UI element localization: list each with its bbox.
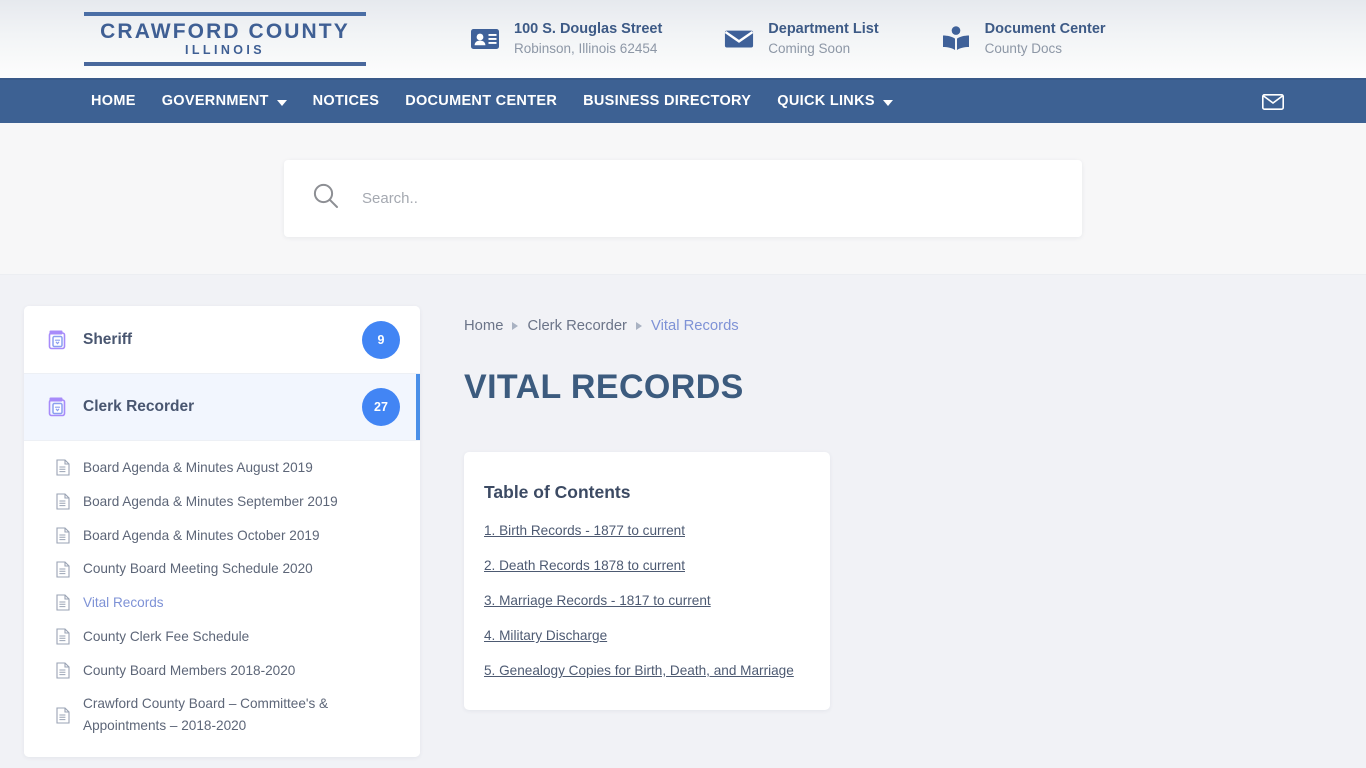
table-of-contents-card: Table of Contents 1. Birth Records - 187… [464,452,830,710]
search-icon [312,182,340,215]
logo-rule-bottom [84,61,366,66]
header-contact-doccenter-title: Document Center [984,20,1106,37]
nav-item-government-label: GOVERNMENT [161,93,269,109]
document-icon [56,628,70,645]
logo-primary-text: CRAWFORD COUNTY [100,20,350,44]
header-contact-document-center[interactable]: Document Center County Docs [941,19,1106,60]
sidebar-document-item[interactable]: Board Agenda & Minutes August 2019 [24,451,420,485]
nav-item-government[interactable]: GOVERNMENT [149,80,300,123]
folder-documents-icon [45,395,69,419]
table-of-contents-title: Table of Contents [484,482,631,502]
sidebar-document-list: Board Agenda & Minutes August 2019 Board… [24,440,420,757]
site-logo[interactable]: CRAWFORD COUNTY ILLINOIS [80,12,370,66]
sidebar-document-item[interactable]: County Board Meeting Schedule 2020 [24,552,420,586]
nav-item-quick-links[interactable]: QUICK LINKS [764,80,906,123]
header-contact-department-list[interactable]: Department List Coming Soon [724,19,879,60]
nav-item-home[interactable]: HOME [91,80,149,123]
search-input[interactable] [362,178,1082,219]
document-icon [56,493,70,510]
sidebar-document-label: County Board Meeting Schedule 2020 [83,561,313,577]
sidebar-category-sheriff-badge: 9 [362,320,400,359]
sidebar-category-sheriff-label: Sheriff [83,330,133,348]
toc-link-marriage-records[interactable]: 3. Marriage Records - 1817 to current [484,593,806,608]
page-title: VITAL RECORDS [464,368,744,406]
toc-link-genealogy-copies[interactable]: 5. Genealogy Copies for Birth, Death, an… [484,663,806,678]
toc-link-military-discharge[interactable]: 4. Military Discharge [484,628,806,643]
chevron-right-icon [512,322,519,330]
sidebar-category-clerk-recorder-badge: 27 [362,388,400,426]
sidebar-document-label: Crawford County Board – Committee's & Ap… [83,696,329,733]
document-icon [56,459,70,476]
sidebar-document-label: Board Agenda & Minutes October 2019 [83,527,320,543]
page-body: Sheriff 9 Clerk Recorder 27 Board Agenda… [0,275,1366,757]
sidebar-document-item[interactable]: Crawford County Board – Committee's & Ap… [24,687,420,743]
open-book-icon [941,24,971,54]
nav-item-notices[interactable]: NOTICES [300,80,393,123]
sidebar-document-label: County Board Members 2018-2020 [83,662,296,678]
document-icon [56,527,70,544]
sidebar-document-label: Vital Records [83,595,164,610]
main-navigation: HOME GOVERNMENT NOTICES DOCUMENT CENTER … [0,78,1366,123]
logo-secondary-text: ILLINOIS [185,43,265,58]
main-content: Home Clerk Recorder Vital Records VITAL … [420,306,1366,710]
nav-item-quick-links-label: QUICK LINKS [777,93,875,109]
chevron-down-icon [882,99,893,106]
sidebar-document-label: Board Agenda & Minutes August 2019 [83,460,313,475]
breadcrumb-item-vital-records[interactable]: Vital Records [651,318,739,334]
nav-item-business-directory-label: BUSINESS DIRECTORY [583,93,752,109]
nav-item-notices-label: NOTICES [312,93,380,109]
mail-icon[interactable] [1262,93,1284,110]
header-contact-department-text: Department List Coming Soon [768,19,878,60]
breadcrumb-item-home[interactable]: Home [464,318,503,334]
sidebar-document-item[interactable]: Board Agenda & Minutes September 2019 [24,485,420,519]
id-card-icon [470,24,500,54]
header-contact-address-text: 100 S. Douglas Street Robinson, Illinois… [514,19,662,60]
envelope-icon [724,24,754,54]
header-contact-list: 100 S. Douglas Street Robinson, Illinois… [470,19,1106,60]
sidebar-document-item-vital-records[interactable]: Vital Records [24,586,420,620]
header-contact-address[interactable]: 100 S. Douglas Street Robinson, Illinois… [470,19,662,60]
sidebar-document-label: Board Agenda & Minutes September 2019 [83,493,338,509]
document-icon [56,594,70,611]
search-section [0,123,1366,275]
header-contact-doccenter-sub: County Docs [984,41,1062,56]
sidebar-category-clerk-recorder-label: Clerk Recorder [83,398,195,415]
breadcrumb-item-clerk-recorder[interactable]: Clerk Recorder [527,318,627,334]
nav-item-list: HOME GOVERNMENT NOTICES DOCUMENT CENTER … [91,80,906,123]
toc-link-birth-records[interactable]: 1. Birth Records - 1877 to current [484,523,806,538]
header-contact-department-title: Department List [768,20,879,37]
header-contact-address-sub: Robinson, Illinois 62454 [514,41,658,56]
nav-item-document-center[interactable]: DOCUMENT CENTER [392,80,570,123]
sidebar-document-item[interactable]: County Board Members 2018-2020 [24,654,420,688]
document-categories-sidebar: Sheriff 9 Clerk Recorder 27 Board Agenda… [24,306,420,757]
chevron-right-icon [635,322,642,330]
nav-item-document-center-label: DOCUMENT CENTER [405,93,558,109]
toc-link-death-records[interactable]: 2. Death Records 1878 to current [484,558,806,573]
header-contact-address-title: 100 S. Douglas Street [514,20,663,37]
sidebar-category-sheriff[interactable]: Sheriff 9 [24,306,420,373]
sidebar-category-clerk-recorder[interactable]: Clerk Recorder 27 [24,373,420,440]
document-icon [56,662,70,679]
sidebar-document-item[interactable]: County Clerk Fee Schedule [24,620,420,654]
breadcrumb: Home Clerk Recorder Vital Records [464,306,1326,334]
folder-documents-icon [45,328,69,352]
nav-item-business-directory[interactable]: BUSINESS DIRECTORY [570,80,764,123]
sidebar-document-label: County Clerk Fee Schedule [83,628,250,644]
search-box[interactable] [284,160,1082,237]
document-icon [56,561,70,578]
site-header: CRAWFORD COUNTY ILLINOIS 100 S. Douglas … [0,0,1366,78]
chevron-down-icon [276,99,287,106]
header-contact-department-sub: Coming Soon [768,41,851,56]
document-icon [56,706,70,724]
nav-item-home-label: HOME [91,93,136,109]
header-contact-doccenter-text: Document Center County Docs [985,19,1106,60]
sidebar-document-item[interactable]: Board Agenda & Minutes October 2019 [24,519,420,553]
